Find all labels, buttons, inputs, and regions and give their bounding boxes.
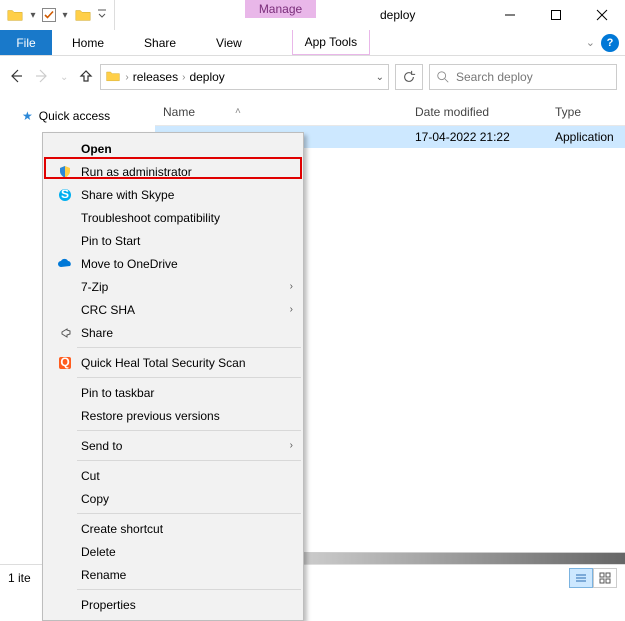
contextual-tab-header: Manage (189, 0, 372, 30)
sidebar-item-quick-access[interactable]: ★ Quick access (0, 106, 155, 126)
ctx-crc-sha[interactable]: CRC SHA› (43, 298, 303, 321)
column-header-date[interactable]: Date modified (415, 105, 555, 119)
folder-icon (74, 6, 92, 24)
column-header-type[interactable]: Type (555, 105, 625, 119)
ctx-pin-taskbar[interactable]: Pin to taskbar (43, 381, 303, 404)
window-title: deploy (372, 0, 487, 30)
chevron-right-icon[interactable]: › (182, 72, 185, 83)
cloud-icon (53, 258, 77, 270)
ctx-run-as-admin[interactable]: Run as administrator (43, 160, 303, 183)
properties-checkbox[interactable] (40, 6, 58, 24)
title-bar: ▾ ▾ Manage deploy (0, 0, 625, 30)
folder-icon (6, 6, 24, 24)
chevron-right-icon: › (290, 304, 293, 315)
ctx-share[interactable]: Share (43, 321, 303, 344)
quick-access-toolbar: ▾ ▾ (0, 0, 115, 30)
navigation-bar: ⌄ › releases › deploy ⌄ Search deploy (0, 56, 625, 98)
ribbon: File Home Share View App Tools ⌄ ? (0, 30, 625, 56)
ctx-move-onedrive[interactable]: Move to OneDrive (43, 252, 303, 275)
column-header-name[interactable]: Name (163, 105, 195, 119)
separator (77, 377, 301, 378)
expand-ribbon-icon[interactable]: ⌄ (586, 36, 595, 49)
close-button[interactable] (579, 0, 625, 30)
breadcrumb[interactable]: deploy (189, 70, 224, 84)
ctx-troubleshoot[interactable]: Troubleshoot compatibility (43, 206, 303, 229)
separator (77, 430, 301, 431)
manage-label: Manage (245, 0, 316, 18)
search-input[interactable]: Search deploy (429, 64, 617, 90)
chevron-down-icon[interactable]: ▾ (26, 10, 40, 21)
ctx-copy[interactable]: Copy (43, 487, 303, 510)
search-icon (436, 70, 450, 84)
quickheal-icon: Q (53, 356, 77, 370)
sidebar-item-label: Quick access (39, 109, 110, 123)
svg-text:S: S (61, 188, 69, 201)
history-dropdown-icon[interactable]: ⌄ (60, 72, 68, 83)
large-icons-view-button[interactable] (593, 568, 617, 588)
context-menu: Open Run as administrator S Share with S… (42, 132, 304, 621)
ctx-properties[interactable]: Properties (43, 593, 303, 616)
search-placeholder: Search deploy (456, 70, 533, 84)
file-tab[interactable]: File (0, 30, 52, 55)
minimize-button[interactable] (487, 0, 533, 30)
chevron-right-icon[interactable]: › (125, 72, 128, 83)
ctx-delete[interactable]: Delete (43, 540, 303, 563)
star-icon: ★ (22, 109, 33, 123)
forward-button[interactable] (34, 68, 50, 87)
folder-icon (105, 68, 121, 87)
details-view-button[interactable] (569, 568, 593, 588)
chevron-down-icon[interactable]: ▾ (58, 10, 72, 21)
breadcrumb[interactable]: releases (133, 70, 178, 84)
qat-overflow-icon[interactable] (94, 9, 110, 21)
sort-indicator-icon: ˄ (235, 106, 241, 117)
ctx-rename[interactable]: Rename (43, 563, 303, 586)
ctx-cut[interactable]: Cut (43, 464, 303, 487)
status-text: 1 ite (8, 571, 31, 585)
ctx-create-shortcut[interactable]: Create shortcut (43, 517, 303, 540)
address-dropdown-icon[interactable]: ⌄ (376, 72, 384, 83)
share-tab[interactable]: Share (124, 30, 196, 55)
shield-icon (53, 165, 77, 179)
address-bar[interactable]: › releases › deploy ⌄ (100, 64, 389, 90)
ctx-quick-heal[interactable]: Q Quick Heal Total Security Scan (43, 351, 303, 374)
maximize-button[interactable] (533, 0, 579, 30)
separator (77, 513, 301, 514)
separator (77, 347, 301, 348)
ctx-open[interactable]: Open (43, 137, 303, 160)
chevron-right-icon: › (290, 440, 293, 451)
back-button[interactable] (8, 68, 24, 87)
help-button[interactable]: ? (601, 34, 619, 52)
file-date: 17-04-2022 21:22 (415, 130, 555, 144)
svg-text:Q: Q (60, 356, 69, 369)
ctx-share-skype[interactable]: S Share with Skype (43, 183, 303, 206)
up-button[interactable] (78, 68, 94, 87)
refresh-button[interactable] (395, 64, 423, 90)
ctx-restore-previous[interactable]: Restore previous versions (43, 404, 303, 427)
skype-icon: S (53, 188, 77, 202)
window-controls (487, 0, 625, 30)
column-headers[interactable]: Name ˄ Date modified Type (155, 98, 625, 126)
separator (77, 460, 301, 461)
ctx-7zip[interactable]: 7-Zip› (43, 275, 303, 298)
app-tools-tab[interactable]: App Tools (292, 30, 370, 55)
ctx-send-to[interactable]: Send to› (43, 434, 303, 457)
view-tab[interactable]: View (196, 30, 262, 55)
share-icon (53, 326, 77, 340)
home-tab[interactable]: Home (52, 30, 124, 55)
ctx-pin-start[interactable]: Pin to Start (43, 229, 303, 252)
chevron-right-icon: › (290, 281, 293, 292)
file-type: Application (555, 130, 625, 144)
